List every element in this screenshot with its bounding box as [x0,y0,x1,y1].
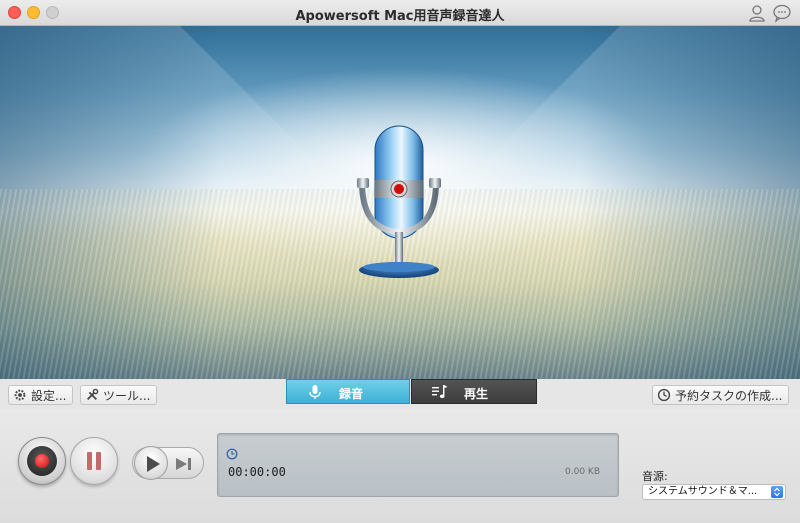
microphone-illustration [357,125,441,278]
hero-banner [0,26,800,379]
tab-playback[interactable]: 再生 [411,379,537,404]
microphone-icon [309,385,321,399]
record-button[interactable] [18,437,66,485]
pause-icon [96,452,101,470]
toolbar: 設定... ツール... 録音 再生 予約タスクの作成... [0,379,800,409]
record-dot-icon [35,454,49,468]
audio-source-select[interactable]: システムサウンド＆マ... [642,484,786,500]
playlist-icon [432,385,448,399]
tools-icon [87,388,99,400]
play-next-control[interactable] [132,446,204,480]
play-icon [147,456,160,472]
tools-label: ツール... [103,388,151,403]
schedule-task-label: 予約タスクの作成... [675,388,783,403]
tab-record-label: 録音 [339,387,364,401]
settings-label: 設定... [31,388,67,403]
chat-icon[interactable] [772,3,792,23]
tools-button[interactable]: ツール... [80,385,158,405]
pause-icon [87,452,92,470]
clock-icon [226,448,238,460]
recording-status-display: 00:00:00 0.00 KB [217,433,619,497]
pause-button[interactable] [70,437,118,485]
skip-next-icon[interactable] [173,456,197,472]
elapsed-time: 00:00:00 [228,465,286,479]
audio-source-label: 音源: [642,470,668,483]
audio-source-value: システムサウンド＆マ... [648,486,758,497]
control-panel: 00:00:00 0.00 KB 音源: システムサウンド＆マ... [0,409,800,523]
schedule-task-button[interactable]: 予約タスクの作成... [652,385,790,405]
select-arrows-icon [771,486,783,498]
play-button[interactable] [134,446,168,480]
window-title: Apowersoft Mac用音声録音達人 [295,9,505,24]
user-icon[interactable] [747,3,767,23]
settings-button[interactable]: 設定... [8,385,74,405]
tab-playback-label: 再生 [464,387,489,401]
file-size: 0.00 KB [565,467,600,477]
clock-icon [657,388,671,402]
gear-icon [14,389,26,401]
title-bar: Apowersoft Mac用音声録音達人 [0,0,800,26]
tab-record[interactable]: 録音 [286,379,410,404]
